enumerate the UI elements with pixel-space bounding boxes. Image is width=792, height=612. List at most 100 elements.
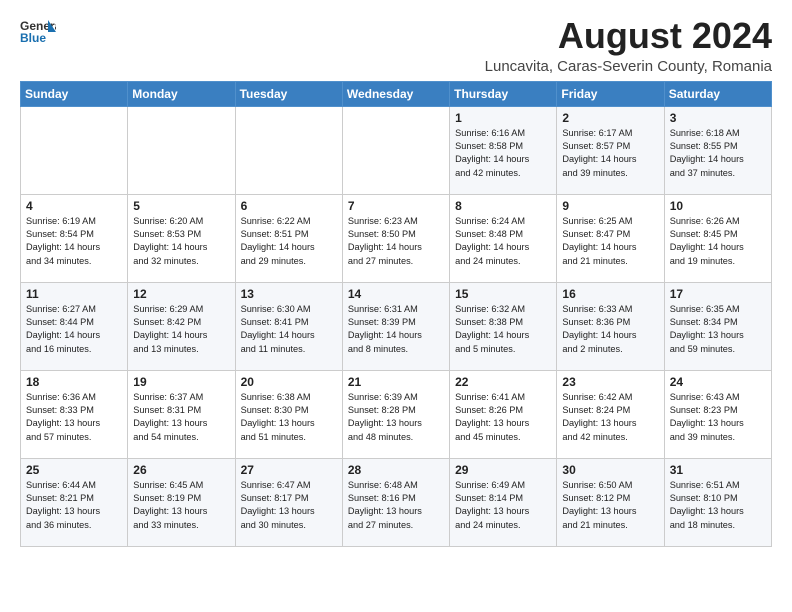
day-number: 20 <box>241 375 337 389</box>
calendar-cell <box>342 106 449 194</box>
title-location: Luncavita, Caras-Severin County, Romania <box>485 58 772 75</box>
day-number: 6 <box>241 199 337 213</box>
calendar-cell: 7 Sunrise: 6:23 AM Sunset: 8:50 PM Daylig… <box>342 194 449 282</box>
col-header-thursday: Thursday <box>450 81 557 106</box>
day-info: Sunrise: 6:41 AM Sunset: 8:26 PM Dayligh… <box>455 391 551 444</box>
day-number: 18 <box>26 375 122 389</box>
day-number: 15 <box>455 287 551 301</box>
day-number: 23 <box>562 375 658 389</box>
logo-icon: General Blue <box>20 16 56 44</box>
day-info: Sunrise: 6:29 AM Sunset: 8:42 PM Dayligh… <box>133 303 229 356</box>
day-info: Sunrise: 6:35 AM Sunset: 8:34 PM Dayligh… <box>670 303 766 356</box>
day-info: Sunrise: 6:22 AM Sunset: 8:51 PM Dayligh… <box>241 215 337 268</box>
day-info: Sunrise: 6:23 AM Sunset: 8:50 PM Dayligh… <box>348 215 444 268</box>
day-info: Sunrise: 6:45 AM Sunset: 8:19 PM Dayligh… <box>133 479 229 532</box>
day-info: Sunrise: 6:39 AM Sunset: 8:28 PM Dayligh… <box>348 391 444 444</box>
day-info: Sunrise: 6:27 AM Sunset: 8:44 PM Dayligh… <box>26 303 122 356</box>
calendar-cell: 28 Sunrise: 6:48 AM Sunset: 8:16 PM Dayli… <box>342 458 449 546</box>
svg-text:Blue: Blue <box>20 31 46 44</box>
day-number: 19 <box>133 375 229 389</box>
day-info: Sunrise: 6:17 AM Sunset: 8:57 PM Dayligh… <box>562 127 658 180</box>
day-info: Sunrise: 6:20 AM Sunset: 8:53 PM Dayligh… <box>133 215 229 268</box>
day-number: 27 <box>241 463 337 477</box>
day-info: Sunrise: 6:38 AM Sunset: 8:30 PM Dayligh… <box>241 391 337 444</box>
day-info: Sunrise: 6:32 AM Sunset: 8:38 PM Dayligh… <box>455 303 551 356</box>
day-number: 21 <box>348 375 444 389</box>
calendar-cell: 2 Sunrise: 6:17 AM Sunset: 8:57 PM Daylig… <box>557 106 664 194</box>
calendar-week-3: 18 Sunrise: 6:36 AM Sunset: 8:33 PM Dayli… <box>21 370 772 458</box>
calendar-cell: 8 Sunrise: 6:24 AM Sunset: 8:48 PM Daylig… <box>450 194 557 282</box>
calendar-cell: 24 Sunrise: 6:43 AM Sunset: 8:23 PM Dayli… <box>664 370 771 458</box>
day-number: 12 <box>133 287 229 301</box>
calendar-week-4: 25 Sunrise: 6:44 AM Sunset: 8:21 PM Dayli… <box>21 458 772 546</box>
calendar-cell: 26Sunrise: 6:45 AM Sunset: 8:19 PM Dayli… <box>128 458 235 546</box>
col-header-friday: Friday <box>557 81 664 106</box>
calendar-week-0: 1 Sunrise: 6:16 AM Sunset: 8:58 PM Daylig… <box>21 106 772 194</box>
day-info: Sunrise: 6:37 AM Sunset: 8:31 PM Dayligh… <box>133 391 229 444</box>
calendar-cell: 4 Sunrise: 6:19 AM Sunset: 8:54 PM Daylig… <box>21 194 128 282</box>
day-number: 30 <box>562 463 658 477</box>
day-info: Sunrise: 6:26 AM Sunset: 8:45 PM Dayligh… <box>670 215 766 268</box>
day-number: 29 <box>455 463 551 477</box>
day-info: Sunrise: 6:18 AM Sunset: 8:55 PM Dayligh… <box>670 127 766 180</box>
day-number: 28 <box>348 463 444 477</box>
day-info: Sunrise: 6:43 AM Sunset: 8:23 PM Dayligh… <box>670 391 766 444</box>
day-info: Sunrise: 6:25 AM Sunset: 8:47 PM Dayligh… <box>562 215 658 268</box>
day-number: 8 <box>455 199 551 213</box>
calendar: SundayMondayTuesdayWednesdayThursdayFrid… <box>20 81 772 547</box>
calendar-cell: 20 Sunrise: 6:38 AM Sunset: 8:30 PM Dayli… <box>235 370 342 458</box>
day-number: 2 <box>562 111 658 125</box>
day-number: 9 <box>562 199 658 213</box>
day-number: 7 <box>348 199 444 213</box>
day-info: Sunrise: 6:24 AM Sunset: 8:48 PM Dayligh… <box>455 215 551 268</box>
day-number: 22 <box>455 375 551 389</box>
day-number: 24 <box>670 375 766 389</box>
day-info: Sunrise: 6:36 AM Sunset: 8:33 PM Dayligh… <box>26 391 122 444</box>
calendar-cell <box>21 106 128 194</box>
calendar-cell: 21 Sunrise: 6:39 AM Sunset: 8:28 PM Dayli… <box>342 370 449 458</box>
day-number: 10 <box>670 199 766 213</box>
calendar-cell: 25 Sunrise: 6:44 AM Sunset: 8:21 PM Dayli… <box>21 458 128 546</box>
calendar-cell: 17Sunrise: 6:35 AM Sunset: 8:34 PM Dayli… <box>664 282 771 370</box>
calendar-cell: 14Sunrise: 6:31 AM Sunset: 8:39 PM Dayli… <box>342 282 449 370</box>
calendar-cell: 30 Sunrise: 6:50 AM Sunset: 8:12 PM Dayli… <box>557 458 664 546</box>
day-info: Sunrise: 6:50 AM Sunset: 8:12 PM Dayligh… <box>562 479 658 532</box>
day-number: 1 <box>455 111 551 125</box>
day-info: Sunrise: 6:30 AM Sunset: 8:41 PM Dayligh… <box>241 303 337 356</box>
day-number: 13 <box>241 287 337 301</box>
day-info: Sunrise: 6:42 AM Sunset: 8:24 PM Dayligh… <box>562 391 658 444</box>
calendar-cell: 5 Sunrise: 6:20 AM Sunset: 8:53 PM Daylig… <box>128 194 235 282</box>
title-block: August 2024 Luncavita, Caras-Severin Cou… <box>485 16 772 75</box>
calendar-cell: 16 Sunrise: 6:33 AM Sunset: 8:36 PM Dayli… <box>557 282 664 370</box>
col-header-sunday: Sunday <box>21 81 128 106</box>
day-number: 25 <box>26 463 122 477</box>
day-info: Sunrise: 6:16 AM Sunset: 8:58 PM Dayligh… <box>455 127 551 180</box>
calendar-cell: 15 Sunrise: 6:32 AM Sunset: 8:38 PM Dayli… <box>450 282 557 370</box>
calendar-cell: 11Sunrise: 6:27 AM Sunset: 8:44 PM Dayli… <box>21 282 128 370</box>
day-number: 4 <box>26 199 122 213</box>
day-number: 5 <box>133 199 229 213</box>
day-info: Sunrise: 6:19 AM Sunset: 8:54 PM Dayligh… <box>26 215 122 268</box>
calendar-cell: 29 Sunrise: 6:49 AM Sunset: 8:14 PM Dayli… <box>450 458 557 546</box>
calendar-cell: 12 Sunrise: 6:29 AM Sunset: 8:42 PM Dayli… <box>128 282 235 370</box>
calendar-cell: 6 Sunrise: 6:22 AM Sunset: 8:51 PM Daylig… <box>235 194 342 282</box>
day-number: 3 <box>670 111 766 125</box>
day-info: Sunrise: 6:51 AM Sunset: 8:10 PM Dayligh… <box>670 479 766 532</box>
calendar-cell: 9 Sunrise: 6:25 AM Sunset: 8:47 PM Daylig… <box>557 194 664 282</box>
day-info: Sunrise: 6:44 AM Sunset: 8:21 PM Dayligh… <box>26 479 122 532</box>
calendar-cell: 23 Sunrise: 6:42 AM Sunset: 8:24 PM Dayli… <box>557 370 664 458</box>
day-number: 16 <box>562 287 658 301</box>
calendar-cell: 31 Sunrise: 6:51 AM Sunset: 8:10 PM Dayli… <box>664 458 771 546</box>
day-info: Sunrise: 6:49 AM Sunset: 8:14 PM Dayligh… <box>455 479 551 532</box>
day-number: 31 <box>670 463 766 477</box>
day-info: Sunrise: 6:47 AM Sunset: 8:17 PM Dayligh… <box>241 479 337 532</box>
header: General Blue August 2024 Luncavita, Cara… <box>20 16 772 75</box>
col-header-wednesday: Wednesday <box>342 81 449 106</box>
logo: General Blue <box>20 16 56 44</box>
page: General Blue August 2024 Luncavita, Cara… <box>0 0 792 563</box>
day-info: Sunrise: 6:33 AM Sunset: 8:36 PM Dayligh… <box>562 303 658 356</box>
calendar-cell <box>128 106 235 194</box>
day-info: Sunrise: 6:48 AM Sunset: 8:16 PM Dayligh… <box>348 479 444 532</box>
calendar-cell: 22 Sunrise: 6:41 AM Sunset: 8:26 PM Dayli… <box>450 370 557 458</box>
calendar-cell: 3 Sunrise: 6:18 AM Sunset: 8:55 PM Daylig… <box>664 106 771 194</box>
